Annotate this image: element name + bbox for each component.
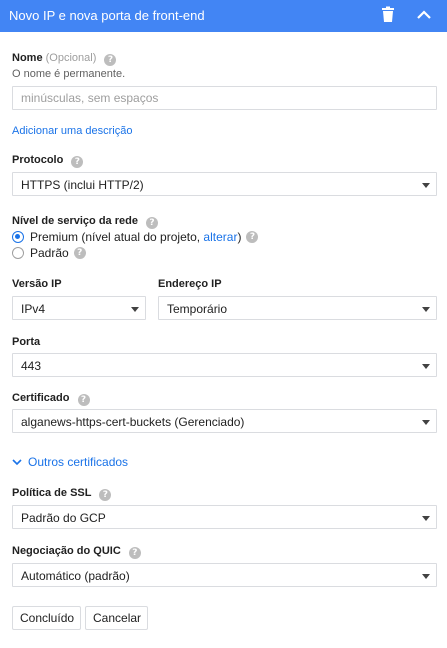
- ip-address-label: Endereço IP: [158, 278, 222, 290]
- certificate-label-text: Certificado: [12, 392, 70, 404]
- radio-premium[interactable]: [12, 231, 24, 243]
- help-icon[interactable]: ?: [77, 394, 90, 406]
- premium-label-text: Premium (nível atual do projeto,: [30, 230, 204, 244]
- panel-title: Novo IP e nova porta de front-end: [9, 8, 205, 23]
- add-description-link[interactable]: Adicionar uma descrição: [12, 125, 132, 137]
- help-icon[interactable]: ?: [146, 217, 159, 229]
- help-icon[interactable]: ?: [104, 54, 117, 66]
- name-label-text: Nome: [12, 52, 43, 64]
- certificate-select[interactable]: alganews-https-cert-buckets (Gerenciado): [12, 409, 437, 433]
- certificate-value: alganews-https-cert-buckets (Gerenciado): [21, 415, 245, 429]
- help-icon[interactable]: ?: [246, 231, 259, 243]
- ip-version-label: Versão IP: [12, 278, 62, 290]
- quic-label: Negociação do QUIC ?: [12, 544, 141, 559]
- protocol-label: Protocolo ?: [12, 153, 84, 168]
- quic-label-text: Negociação do QUIC: [12, 545, 121, 557]
- trash-icon[interactable]: [381, 6, 395, 24]
- port-value: 443: [21, 359, 42, 373]
- help-icon[interactable]: ?: [99, 489, 112, 501]
- protocol-value: HTTPS (inclui HTTP/2): [21, 178, 144, 192]
- help-icon[interactable]: ?: [128, 547, 141, 559]
- protocol-label-text: Protocolo: [12, 154, 64, 166]
- name-input[interactable]: [12, 86, 437, 110]
- name-optional-tag: (Opcional): [45, 52, 97, 64]
- done-button[interactable]: Concluído: [12, 606, 81, 630]
- chevron-down-icon: [422, 420, 430, 425]
- chevron-down-icon: [422, 307, 430, 312]
- radio-standard-label: Padrão: [30, 246, 69, 260]
- ip-version-value: IPv4: [21, 302, 46, 316]
- ssl-policy-label: Política de SSL ?: [12, 486, 112, 501]
- cancel-button[interactable]: Cancelar: [85, 606, 148, 630]
- port-select[interactable]: 443: [12, 353, 437, 377]
- other-certificates-toggle[interactable]: Outros certificados: [12, 455, 128, 469]
- ssl-policy-label-text: Política de SSL: [12, 487, 92, 499]
- name-label: Nome (Opcional) ?: [12, 51, 117, 66]
- panel-header: Novo IP e nova porta de front-end: [0, 0, 447, 32]
- ssl-policy-select[interactable]: Padrão do GCP: [12, 505, 437, 529]
- protocol-select[interactable]: HTTPS (inclui HTTP/2): [12, 172, 437, 196]
- other-certificates-link[interactable]: Outros certificados: [28, 455, 128, 469]
- network-tier-label: Nível de serviço da rede ?: [12, 214, 159, 229]
- name-hint: O nome é permanente.: [12, 68, 126, 80]
- chevron-down-icon: [12, 459, 22, 466]
- chevron-down-icon: [131, 307, 139, 312]
- chevron-down-icon: [422, 364, 430, 369]
- certificate-label: Certificado ?: [12, 391, 90, 406]
- chevron-down-icon: [422, 574, 430, 579]
- chevron-down-icon: [422, 183, 430, 188]
- ssl-policy-value: Padrão do GCP: [21, 511, 106, 525]
- ip-address-value: Temporário: [167, 302, 228, 316]
- chevron-down-icon: [422, 516, 430, 521]
- network-tier-label-text: Nível de serviço da rede: [12, 215, 138, 227]
- radio-premium-row[interactable]: Premium (nível atual do projeto, alterar…: [12, 229, 259, 245]
- chevron-up-icon[interactable]: [414, 6, 434, 24]
- radio-standard[interactable]: [12, 247, 24, 259]
- ip-address-select[interactable]: Temporário: [158, 296, 437, 320]
- help-icon[interactable]: ?: [71, 156, 84, 168]
- quic-select[interactable]: Automático (padrão): [12, 563, 437, 587]
- change-tier-link[interactable]: alterar: [203, 230, 237, 244]
- quic-value: Automático (padrão): [21, 569, 130, 583]
- ip-version-select[interactable]: IPv4: [12, 296, 146, 320]
- port-label: Porta: [12, 336, 41, 348]
- radio-premium-label: Premium (nível atual do projeto, alterar…: [30, 230, 241, 244]
- premium-label-suffix: ): [237, 230, 242, 244]
- radio-standard-row[interactable]: Padrão ?: [12, 245, 86, 261]
- help-icon[interactable]: ?: [73, 247, 86, 259]
